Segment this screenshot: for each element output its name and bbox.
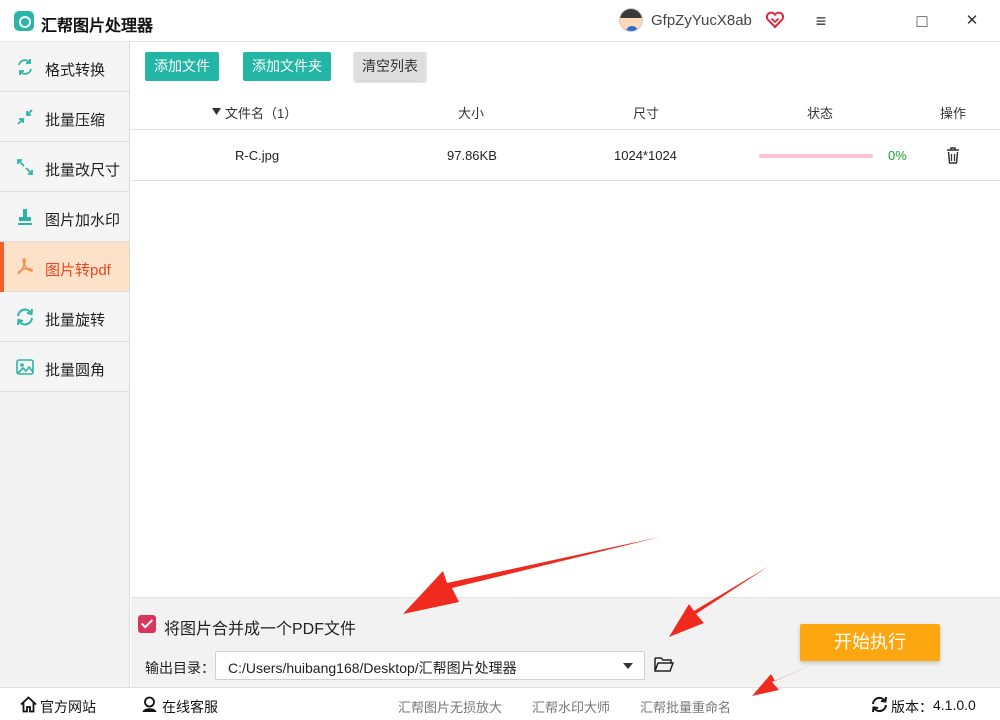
add-folder-button[interactable]: 添加文件夹 [243,52,331,81]
sidebar-item-label: 格式转换 [45,62,106,79]
add-file-button[interactable]: 添加文件 [145,52,219,81]
refresh-icon[interactable] [871,696,888,713]
resize-icon [17,159,33,175]
home-icon [20,696,37,713]
maximize-button[interactable]: □ [909,9,935,33]
column-header-actions: 操作 [940,106,967,121]
official-website-link[interactable]: 官方网站 [40,697,96,717]
file-dimensions-cell: 1024*1024 [614,148,677,163]
output-options-panel: 将图片合并成一个PDF文件 输出目录： C:/Users/huibang168/… [131,597,1000,687]
rotate-icon [17,308,33,326]
output-dir-path: C:/Users/huibang168/Desktop/汇帮图片处理器 [228,660,517,676]
title-bar: 汇帮图片处理器 GfpZyYucX8ab ≡ □ ✕ [0,0,1000,42]
clear-list-button[interactable]: 清空列表 [354,52,426,81]
user-avatar[interactable] [619,8,643,32]
start-button[interactable]: 开始执行 [800,624,940,661]
column-header-dimensions: 尺寸 [633,106,660,121]
merge-pdf-checkbox[interactable] [138,615,156,633]
file-table-header: 文件名（1） 大小 尺寸 状态 操作 [131,92,1000,130]
menu-button[interactable]: ≡ [808,9,834,33]
column-header-size: 大小 [458,106,485,121]
convert-icon [18,59,32,75]
merge-pdf-label[interactable]: 将图片合并成一个PDF文件 [164,615,356,639]
sidebar-item-label: 批量旋转 [45,312,106,329]
version-number: 4.1.0.0 [933,697,976,713]
sidebar-item-batch-resize[interactable]: 批量改尺寸 [0,142,129,192]
column-header-status: 状态 [807,106,834,121]
footer-bar: 官方网站 在线客服 汇帮图片无损放大 汇帮水印大师 汇帮批量重命名 版本： 4.… [0,687,1000,720]
vip-heart-icon[interactable] [765,10,785,30]
stamp-icon [18,209,32,225]
app-title: 汇帮图片处理器 [41,18,154,35]
sidebar-item-label: 批量圆角 [45,362,106,379]
file-name-cell: R-C.jpg [235,148,280,163]
sidebar-item-label: 批量压缩 [45,112,106,129]
output-dir-select[interactable]: C:/Users/huibang168/Desktop/汇帮图片处理器 [215,651,645,680]
version-label: 版本： [891,699,933,715]
close-button[interactable]: ✕ [959,9,985,33]
output-dir-label: 输出目录： [145,660,215,676]
footer-link-upscale[interactable]: 汇帮图片无损放大 [398,697,502,716]
folder-open-icon[interactable] [654,656,674,673]
sidebar-item-format-convert[interactable]: 格式转换 [0,42,129,92]
file-size-cell: 97.86KB [447,148,497,163]
sort-caret-icon[interactable] [212,108,221,115]
progress-percent: 0% [888,148,907,163]
footer-link-watermark[interactable]: 汇帮水印大师 [532,697,610,716]
pdf-icon [17,258,33,275]
app-window: 汇帮图片处理器 GfpZyYucX8ab ≡ □ ✕ 格式转换 批量压缩 批量改… [0,0,1000,720]
username[interactable]: GfpZyYucX8ab [651,12,752,29]
column-header-filename[interactable]: 文件名（1） [225,103,297,122]
sidebar-item-add-watermark[interactable]: 图片加水印 [0,192,129,242]
sidebar-item-batch-round-corner[interactable]: 批量圆角 [0,342,129,392]
chevron-down-icon[interactable] [623,663,633,669]
delete-icon[interactable] [946,147,960,164]
sidebar-item-label: 批量改尺寸 [45,162,121,179]
sidebar-item-label: 图片转pdf [45,262,111,279]
table-row[interactable]: R-C.jpg 97.86KB 1024*1024 0% [131,131,1000,181]
sidebar-item-image-to-pdf[interactable]: 图片转pdf [0,242,129,292]
sidebar: 格式转换 批量压缩 批量改尺寸 图片加水印 图片转pdf 批量旋转 批量圆角 [0,42,130,687]
online-support-link[interactable]: 在线客服 [162,697,218,717]
customer-service-icon [142,696,157,712]
sidebar-item-batch-compress[interactable]: 批量压缩 [0,92,129,142]
progress-bar [759,154,873,158]
image-icon [16,359,34,375]
sidebar-item-label: 图片加水印 [45,212,121,229]
compress-icon [17,109,33,125]
footer-link-rename[interactable]: 汇帮批量重命名 [640,697,731,716]
app-logo-icon [14,11,34,31]
sidebar-item-batch-rotate[interactable]: 批量旋转 [0,292,129,342]
